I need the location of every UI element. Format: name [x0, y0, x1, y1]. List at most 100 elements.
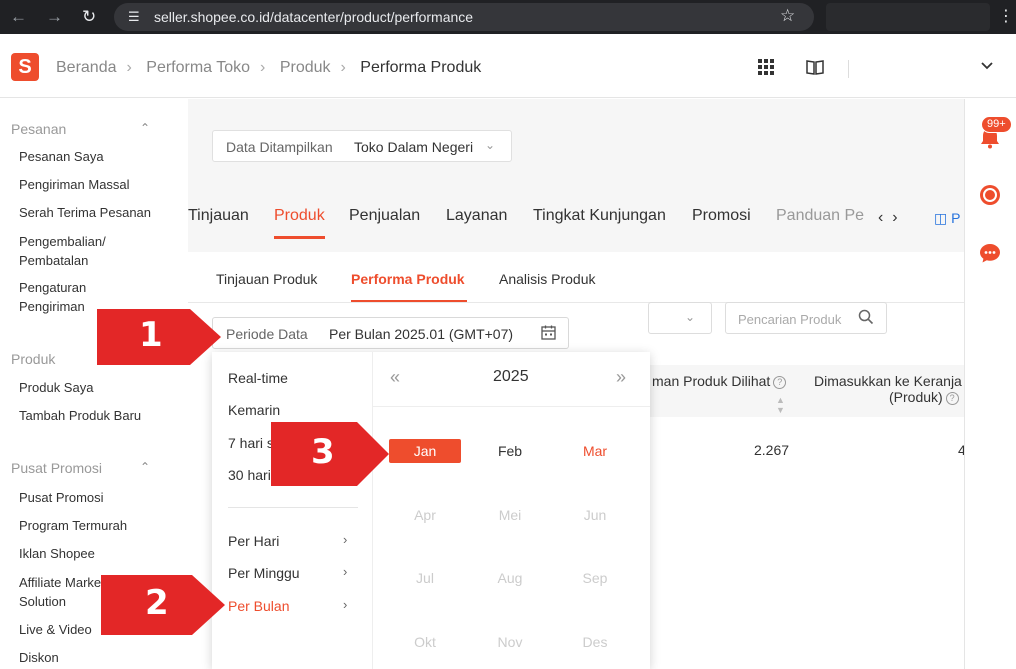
chevron-up-icon[interactable]: ⌃: [140, 121, 150, 135]
option-per-minggu[interactable]: Per Minggu: [228, 565, 300, 581]
right-rail: 99+: [964, 99, 1016, 669]
sidebar-item[interactable]: Serah Terima Pesanan: [19, 203, 179, 222]
apps-grid-icon[interactable]: [758, 59, 774, 80]
period-options: Real-time Kemarin 7 hari s 30 hari Per H…: [212, 352, 373, 669]
breadcrumb-item[interactable]: Performa Toko: [146, 59, 250, 76]
question-icon[interactable]: ?: [945, 392, 959, 405]
column-header-views[interactable]: man Produk Dilihat?: [652, 373, 787, 389]
sort-icon[interactable]: ▲ ▼: [776, 395, 785, 415]
option-per-hari[interactable]: Per Hari: [228, 533, 279, 549]
chevron-right-icon: ›: [340, 59, 346, 76]
reload-icon[interactable]: ↻: [82, 7, 96, 27]
active-tab-indicator: [274, 236, 325, 239]
month-jul: Jul: [416, 570, 434, 586]
browser-toolbar: ← → ↻ ☰ seller.shopee.co.id/datacenter/p…: [0, 0, 1016, 34]
divider: [228, 507, 358, 508]
callout-number: 1: [139, 315, 163, 355]
date-picker-popup: Real-time Kemarin 7 hari s 30 hari Per H…: [212, 352, 650, 669]
month-okt: Okt: [414, 634, 436, 650]
chevron-down-icon[interactable]: [980, 58, 994, 76]
option-per-bulan[interactable]: Per Bulan: [228, 598, 289, 614]
bookmark-star-icon[interactable]: ☆: [780, 6, 795, 26]
month-jan[interactable]: Jan: [389, 439, 461, 463]
tab-promosi[interactable]: Promosi: [692, 207, 751, 225]
calendar-icon: [541, 325, 556, 343]
sidebar-item[interactable]: Iklan Shopee: [19, 544, 179, 563]
month-feb[interactable]: Feb: [474, 439, 546, 463]
option-realtime[interactable]: Real-time: [228, 370, 288, 386]
forward-icon[interactable]: →: [46, 7, 63, 27]
subtab-performa-produk[interactable]: Performa Produk: [351, 271, 465, 287]
search-placeholder: Pencarian Produk: [738, 312, 842, 327]
sidebar-item[interactable]: Tambah Produk Baru: [19, 406, 179, 425]
tab-layanan[interactable]: Layanan: [446, 207, 507, 225]
header-divider: [848, 60, 849, 78]
breadcrumb-item[interactable]: Produk: [280, 59, 331, 76]
site-info-icon[interactable]: ☰: [128, 9, 140, 25]
period-picker[interactable]: Periode Data Per Bulan 2025.01 (GMT+07): [212, 317, 569, 349]
browser-menu-icon[interactable]: ⋮: [998, 6, 1014, 26]
book-icon[interactable]: [806, 59, 824, 80]
back-icon[interactable]: ←: [10, 7, 27, 27]
chat-icon[interactable]: [979, 242, 1001, 269]
data-display-value: Toko Dalam Negeri: [354, 139, 474, 155]
search-icon: [858, 309, 874, 329]
subtab-analisis-produk[interactable]: Analisis Produk: [499, 271, 596, 287]
callout-1: 1: [97, 309, 224, 365]
sidebar-item[interactable]: Diskon: [19, 648, 179, 667]
option-7-hari[interactable]: 7 hari s: [228, 435, 274, 451]
breadcrumb-item[interactable]: Beranda: [56, 59, 117, 76]
tab-tingkat-kunjungan[interactable]: Tingkat Kunjungan: [533, 207, 666, 225]
next-year-icon[interactable]: »: [616, 367, 626, 388]
option-kemarin[interactable]: Kemarin: [228, 402, 280, 418]
sidebar-section-pesanan[interactable]: Pesanan: [11, 121, 66, 137]
tab-produk[interactable]: Produk: [274, 207, 325, 225]
seller-header: S Beranda › Performa Toko › Produk › Perfor…: [0, 34, 1016, 98]
url-text[interactable]: seller.shopee.co.id/datacenter/product/p…: [154, 9, 473, 25]
month-jun: Jun: [583, 507, 607, 523]
sidebar-section-pusat-promosi[interactable]: Pusat Promosi: [11, 460, 102, 476]
month-sep: Sep: [582, 570, 608, 586]
data-display-select[interactable]: Data Ditampilkan Toko Dalam Negeri ⌄: [212, 130, 512, 162]
column-header-cart[interactable]: Dimasukkan ke Keranja: [814, 373, 962, 389]
shopee-logo[interactable]: S: [11, 53, 39, 81]
book-icon: ◫: [934, 210, 948, 226]
sidebar-section-produk[interactable]: Produk: [11, 351, 55, 367]
callout-number: 2: [145, 583, 169, 623]
table-header: man Produk Dilihat? ▲ ▼ Dimasukkan ke Ker…: [608, 365, 964, 417]
sidebar-item[interactable]: Program Termurah: [19, 516, 179, 535]
tab-panduan[interactable]: Panduan Pe: [776, 207, 864, 225]
chevron-left-icon[interactable]: ‹: [878, 209, 883, 226]
panduan-link-text: P: [951, 210, 961, 226]
panduan-link[interactable]: ◫ P: [934, 210, 960, 227]
subtab-tinjauan-produk[interactable]: Tinjauan Produk: [216, 271, 317, 287]
profile-area: [826, 3, 990, 31]
sidebar-item[interactable]: Produk Saya: [19, 378, 179, 397]
chevron-right-icon: ›: [343, 597, 348, 612]
tab-penjualan[interactable]: Penjualan: [349, 207, 420, 225]
sidebar-item[interactable]: Pengiriman Massal: [19, 175, 179, 194]
tab-scroll-arrows[interactable]: ‹ ›: [878, 209, 898, 227]
product-search-input[interactable]: Pencarian Produk: [725, 302, 887, 334]
previous-year-icon[interactable]: «: [390, 367, 400, 388]
month-aug: Aug: [497, 570, 523, 586]
sidebar-item[interactable]: Pusat Promosi: [19, 488, 179, 507]
filter-select[interactable]: ⌄: [648, 302, 712, 334]
chevron-right-icon: ›: [343, 564, 348, 579]
option-30-hari[interactable]: 30 hari: [228, 467, 271, 483]
callout-number: 3: [311, 432, 335, 472]
support-icon[interactable]: [979, 184, 1001, 211]
chevron-right-icon[interactable]: ›: [892, 209, 897, 226]
month-mei: Mei: [498, 507, 522, 523]
sidebar-item[interactable]: Pesanan Saya: [19, 147, 179, 166]
period-label: Periode Data: [226, 326, 308, 342]
month-nov: Nov: [497, 634, 523, 650]
month-mar[interactable]: Mar: [559, 439, 631, 463]
tab-tinjauan[interactable]: Tinjauan: [188, 207, 249, 225]
question-icon[interactable]: ?: [773, 376, 787, 389]
sidebar-item[interactable]: Pengembalian/ Pembatalan: [19, 232, 119, 270]
month-des: Des: [582, 634, 608, 650]
chevron-up-icon[interactable]: ⌃: [140, 460, 150, 474]
callout-3: 3: [271, 422, 391, 486]
period-value: Per Bulan 2025.01 (GMT+07): [329, 326, 514, 342]
